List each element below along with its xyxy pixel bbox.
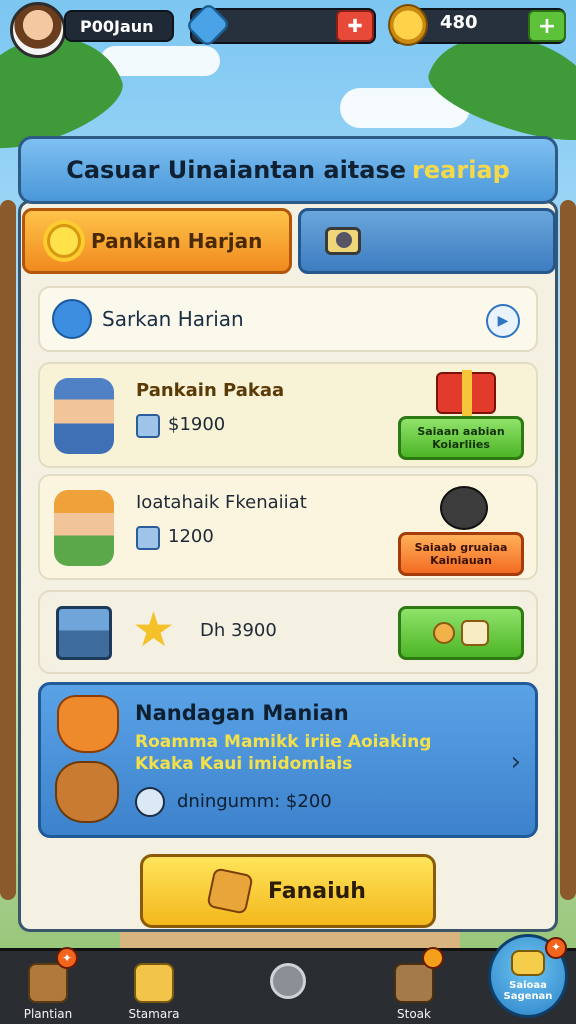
promo-reward: dningumm: $200: [177, 791, 332, 812]
main-action-button[interactable]: Fanaiuh: [140, 854, 436, 928]
coin-count: 480: [440, 12, 478, 33]
collect-button[interactable]: [398, 606, 524, 660]
nav-home[interactable]: ✦ Plantian: [0, 947, 96, 1024]
action-button[interactable]: Saiaab gruaiaa Kainiauan: [398, 532, 524, 576]
gold-icon: [511, 950, 545, 976]
mission-reward: Dh 3900: [200, 620, 277, 641]
ticket-icon: [136, 526, 160, 550]
circle-icon: [270, 963, 306, 999]
badge-icon: [206, 867, 254, 915]
bomb-icon: [440, 486, 488, 530]
nav-center[interactable]: [240, 951, 336, 1024]
cookie-icon: [433, 622, 455, 644]
panel-title-text: Casuar Uinaiantan aitase: [66, 156, 407, 184]
fox-icon: [57, 695, 119, 753]
coin-icon: [388, 4, 428, 46]
palm-trunk: [0, 200, 16, 900]
star-icon: ★: [132, 602, 176, 658]
daily-missions-row[interactable]: Sarkan Harian ▶: [38, 286, 538, 352]
planet-icon: [52, 299, 92, 339]
ticket-icon: [136, 414, 160, 438]
mission-card: Pankain Pakaa $1900 Saiaan aabian Koiarl…: [38, 362, 538, 468]
coin-add-button[interactable]: +: [528, 10, 566, 42]
tab-label: Pankian Harjan: [91, 229, 263, 253]
mission-title: Pankain Pakaa: [136, 380, 285, 401]
money-bag-icon: [55, 761, 119, 823]
gauge-icon: [135, 787, 165, 817]
main-action-label: Fanaiuh: [268, 878, 366, 904]
girl-character-icon: [54, 490, 114, 566]
notification-badge: ✦: [545, 937, 567, 959]
promo-subtitle: Roamma Mamikk iriie Aoiaking Kkaka Kaui …: [135, 732, 432, 775]
mission-card: ★ Dh 3900: [38, 590, 538, 674]
tab-daily-missions[interactable]: Pankian Harjan: [22, 208, 292, 274]
promo-card[interactable]: Nandagan Manian Roamma Mamikk iriie Aoia…: [38, 682, 538, 838]
crate-icon: [394, 963, 434, 1003]
player-avatar[interactable]: [10, 2, 66, 58]
nav-label: Plantian: [23, 1007, 73, 1021]
mission-reward: $1900: [168, 414, 226, 435]
gem-add-button[interactable]: ✚: [336, 10, 374, 42]
potion-icon: [134, 963, 174, 1003]
mission-reward: 1200: [168, 526, 214, 547]
explorer-character-icon: [54, 378, 114, 454]
tab-camera[interactable]: [298, 208, 556, 274]
claim-button[interactable]: Saiaan aabian Koiarliies: [398, 416, 524, 460]
top-bar: P00Jaun ✚ 480 +: [0, 0, 576, 58]
mission-card: Ioatahaik Fkenaiiat 1200 Saiaab gruaiaa …: [38, 474, 538, 580]
treasure-chest-icon: [56, 606, 112, 660]
notification-badge: ✦: [56, 947, 78, 969]
promo-title: Nandagan Manian: [135, 701, 349, 725]
player-name: P00Jaun: [64, 10, 174, 42]
nav-stamara[interactable]: Stamara: [106, 951, 202, 1024]
gift-box-icon: [436, 370, 496, 418]
panel-title-highlight: reariap: [412, 156, 510, 184]
sun-icon: [47, 224, 81, 258]
mission-title: Ioatahaik Fkenaiiat: [136, 492, 307, 513]
chevron-right-icon[interactable]: ›: [511, 747, 521, 777]
nav-label: Saioaa Sagenan: [503, 980, 553, 1002]
nav-featured[interactable]: ✦ Saioaa Sagenan: [488, 934, 568, 1018]
camera-icon: [325, 227, 361, 255]
panel-title: Casuar Uinaiantan aitase reariap: [18, 136, 558, 204]
play-icon[interactable]: ▶: [486, 304, 520, 338]
nav-label: Stoak: [397, 1007, 431, 1021]
daily-label: Sarkan Harian: [102, 307, 244, 331]
bread-icon: [461, 620, 489, 646]
notification-dot: [422, 947, 444, 969]
nav-stoak[interactable]: Stoak: [366, 947, 462, 1024]
palm-trunk: [560, 200, 576, 900]
house-icon: [28, 963, 68, 1003]
nav-label: Stamara: [128, 1007, 180, 1021]
